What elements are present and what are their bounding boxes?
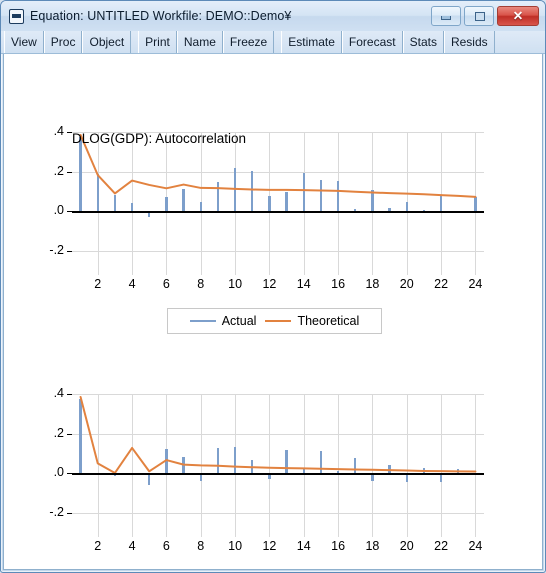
minimize-button[interactable] bbox=[431, 6, 461, 26]
toolbar-button-name[interactable]: Name bbox=[176, 31, 223, 53]
toolbar-button-view[interactable]: View bbox=[4, 31, 44, 53]
autocorrelation-title: DLOG(GDP): Autocorrelation bbox=[72, 131, 247, 146]
maximize-button[interactable] bbox=[464, 6, 494, 26]
toolbar-button-freeze[interactable]: Freeze bbox=[222, 31, 275, 53]
maximize-icon bbox=[475, 12, 485, 21]
correlogram-view: DLOG(GDP): Autocorrelation Actual Theore… bbox=[3, 54, 543, 570]
toolbar-button-object[interactable]: Object bbox=[82, 31, 132, 53]
close-button[interactable]: ✕ bbox=[497, 6, 539, 26]
zero-axis-line bbox=[72, 473, 484, 475]
toolbar-button-forecast[interactable]: Forecast bbox=[341, 31, 403, 53]
toolbar-button-stats[interactable]: Stats bbox=[402, 31, 444, 53]
eviews-equation-window: Equation: UNTITLED Workfile: DEMO::Demo¥… bbox=[0, 0, 546, 573]
equation-icon bbox=[9, 8, 24, 24]
window-title: Equation: UNTITLED Workfile: DEMO::Demo¥ bbox=[30, 9, 292, 23]
toolbar-separator-2 bbox=[274, 31, 281, 53]
toolbar-button-proc[interactable]: Proc bbox=[43, 31, 83, 53]
toolbar-button-print[interactable]: Print bbox=[138, 31, 177, 53]
toolbar-button-estimate[interactable]: Estimate bbox=[281, 31, 342, 53]
toolbar-separator-1 bbox=[131, 31, 138, 53]
title-bar: Equation: UNTITLED Workfile: DEMO::Demo¥… bbox=[1, 1, 545, 31]
minimize-icon bbox=[441, 16, 451, 20]
toolbar: View Proc Object Print Name Freeze Estim… bbox=[1, 31, 545, 54]
toolbar-button-resids[interactable]: Resids bbox=[443, 31, 495, 53]
close-icon: ✕ bbox=[512, 9, 524, 23]
window-controls: ✕ bbox=[431, 6, 541, 26]
